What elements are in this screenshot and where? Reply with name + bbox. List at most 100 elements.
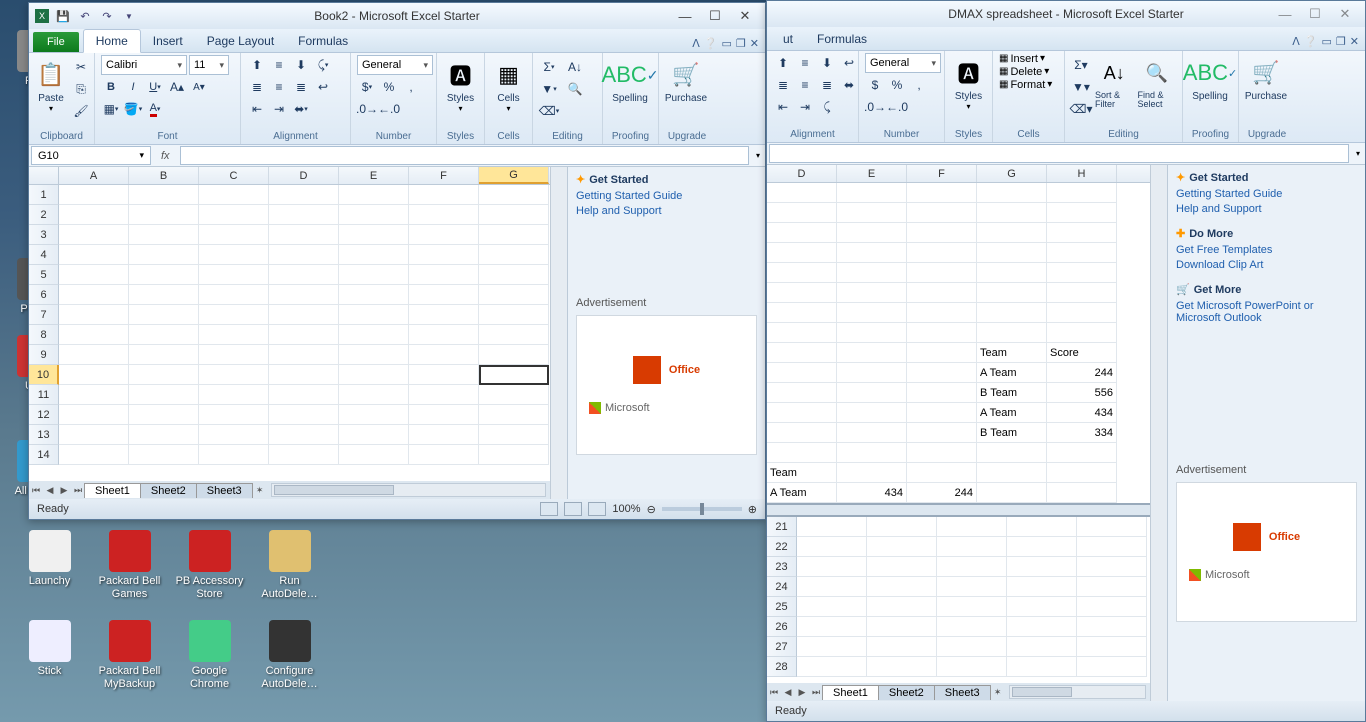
title-bar[interactable]: DMAX spreadsheet - Microsoft Excel Start… xyxy=(767,1,1365,27)
cell[interactable] xyxy=(339,305,409,325)
cell[interactable] xyxy=(129,325,199,345)
cell[interactable] xyxy=(977,203,1047,223)
cell[interactable] xyxy=(867,517,937,537)
cell[interactable] xyxy=(339,405,409,425)
cell[interactable] xyxy=(977,483,1047,503)
column-header[interactable]: G xyxy=(977,165,1047,182)
tab-last-icon[interactable]: ⏭ xyxy=(71,485,85,496)
cell[interactable] xyxy=(837,363,907,383)
desktop-icon[interactable]: Launchy xyxy=(12,530,87,588)
cell[interactable] xyxy=(767,343,837,363)
currency-icon[interactable]: $ xyxy=(865,75,885,95)
spelling-button[interactable]: ABC✓Spelling xyxy=(1189,53,1231,102)
row-header[interactable]: 24 xyxy=(767,577,797,597)
cell[interactable] xyxy=(797,557,867,577)
cell[interactable] xyxy=(269,445,339,465)
delete-button[interactable]: ▦ Delete ▾ xyxy=(999,66,1049,78)
cell[interactable] xyxy=(269,285,339,305)
cell[interactable] xyxy=(937,557,1007,577)
cell[interactable] xyxy=(1077,537,1147,557)
cell[interactable] xyxy=(479,185,549,205)
help-support-link[interactable]: Help and Support xyxy=(1176,203,1357,215)
cell[interactable] xyxy=(837,383,907,403)
cell[interactable] xyxy=(837,423,907,443)
getting-started-link[interactable]: Getting Started Guide xyxy=(576,190,757,202)
cell[interactable] xyxy=(977,263,1047,283)
cell[interactable] xyxy=(1047,243,1117,263)
cell[interactable] xyxy=(129,285,199,305)
cell[interactable] xyxy=(937,657,1007,677)
fill-color-icon[interactable]: 🪣▾ xyxy=(123,99,143,119)
cell[interactable] xyxy=(837,343,907,363)
row-header[interactable]: 22 xyxy=(767,537,797,557)
copy-icon[interactable]: ⎘ xyxy=(71,79,91,99)
align-middle-icon[interactable]: ≡ xyxy=(269,55,289,75)
minimize-ribbon-icon[interactable]: ᐱ xyxy=(1292,35,1300,48)
row-header[interactable]: 7 xyxy=(29,305,59,325)
align-right-icon[interactable]: ≣ xyxy=(291,77,311,97)
getting-started-link[interactable]: Getting Started Guide xyxy=(1176,188,1357,200)
cell[interactable] xyxy=(1047,223,1117,243)
file-tab[interactable]: File xyxy=(33,32,79,52)
cell[interactable] xyxy=(937,617,1007,637)
sort-icon[interactable]: A↓ xyxy=(561,57,589,77)
cell[interactable] xyxy=(867,617,937,637)
cell[interactable] xyxy=(1007,617,1077,637)
cell[interactable]: 556 xyxy=(1047,383,1117,403)
align-center-icon[interactable]: ≡ xyxy=(269,77,289,97)
tab-prev-icon[interactable]: ◀ xyxy=(43,485,57,496)
row-header[interactable]: 2 xyxy=(29,205,59,225)
increase-indent-icon[interactable]: ⇥ xyxy=(795,97,815,117)
cell[interactable] xyxy=(977,323,1047,343)
increase-indent-icon[interactable]: ⇥ xyxy=(269,99,289,119)
format-painter-icon[interactable]: 🖌 xyxy=(71,101,91,121)
border-icon[interactable]: ▦▾ xyxy=(101,99,121,119)
cell[interactable] xyxy=(479,285,549,305)
cell[interactable] xyxy=(479,345,549,365)
cell[interactable] xyxy=(977,463,1047,483)
orientation-icon[interactable]: ⤹ xyxy=(817,97,837,117)
cell[interactable] xyxy=(199,225,269,245)
row-header[interactable]: 21 xyxy=(767,517,797,537)
cell[interactable] xyxy=(837,303,907,323)
cell[interactable] xyxy=(199,265,269,285)
cell[interactable] xyxy=(269,365,339,385)
cell[interactable] xyxy=(1077,617,1147,637)
select-all-corner[interactable] xyxy=(29,167,59,184)
tab-layout-partial[interactable]: ut xyxy=(771,28,805,50)
sheet-tab-3[interactable]: Sheet3 xyxy=(196,483,253,498)
cell[interactable] xyxy=(837,403,907,423)
column-header[interactable]: E xyxy=(339,167,409,184)
help-support-link[interactable]: Help and Support xyxy=(576,205,757,217)
cell[interactable] xyxy=(1077,657,1147,677)
cell[interactable] xyxy=(767,363,837,383)
cell[interactable] xyxy=(907,263,977,283)
number-format-combo[interactable]: General▾ xyxy=(357,55,433,75)
horizontal-scrollbar[interactable] xyxy=(1009,685,1146,699)
cell[interactable] xyxy=(129,365,199,385)
cell[interactable] xyxy=(907,343,977,363)
cell[interactable] xyxy=(59,185,129,205)
pagebreak-view-icon[interactable] xyxy=(588,502,606,516)
doc-min-icon[interactable]: ▭ xyxy=(722,37,732,50)
cell[interactable] xyxy=(409,365,479,385)
cell[interactable] xyxy=(59,325,129,345)
row-header[interactable]: 13 xyxy=(29,425,59,445)
advertisement-box[interactable]: Office Microsoft xyxy=(576,315,757,455)
row-header[interactable]: 23 xyxy=(767,557,797,577)
cell[interactable] xyxy=(409,385,479,405)
cell[interactable] xyxy=(767,423,837,443)
cell[interactable] xyxy=(129,205,199,225)
cell[interactable] xyxy=(767,383,837,403)
formula-expand-icon[interactable]: ▾ xyxy=(1351,143,1365,164)
cell[interactable] xyxy=(479,265,549,285)
cell[interactable] xyxy=(797,617,867,637)
help-icon[interactable]: ❔ xyxy=(1304,35,1318,48)
tab-page-layout[interactable]: Page Layout xyxy=(195,30,286,52)
cell[interactable] xyxy=(797,637,867,657)
cell[interactable] xyxy=(767,223,837,243)
cell[interactable] xyxy=(867,557,937,577)
cell[interactable] xyxy=(1047,283,1117,303)
cell[interactable] xyxy=(339,445,409,465)
maximize-button[interactable]: ☐ xyxy=(701,6,729,26)
